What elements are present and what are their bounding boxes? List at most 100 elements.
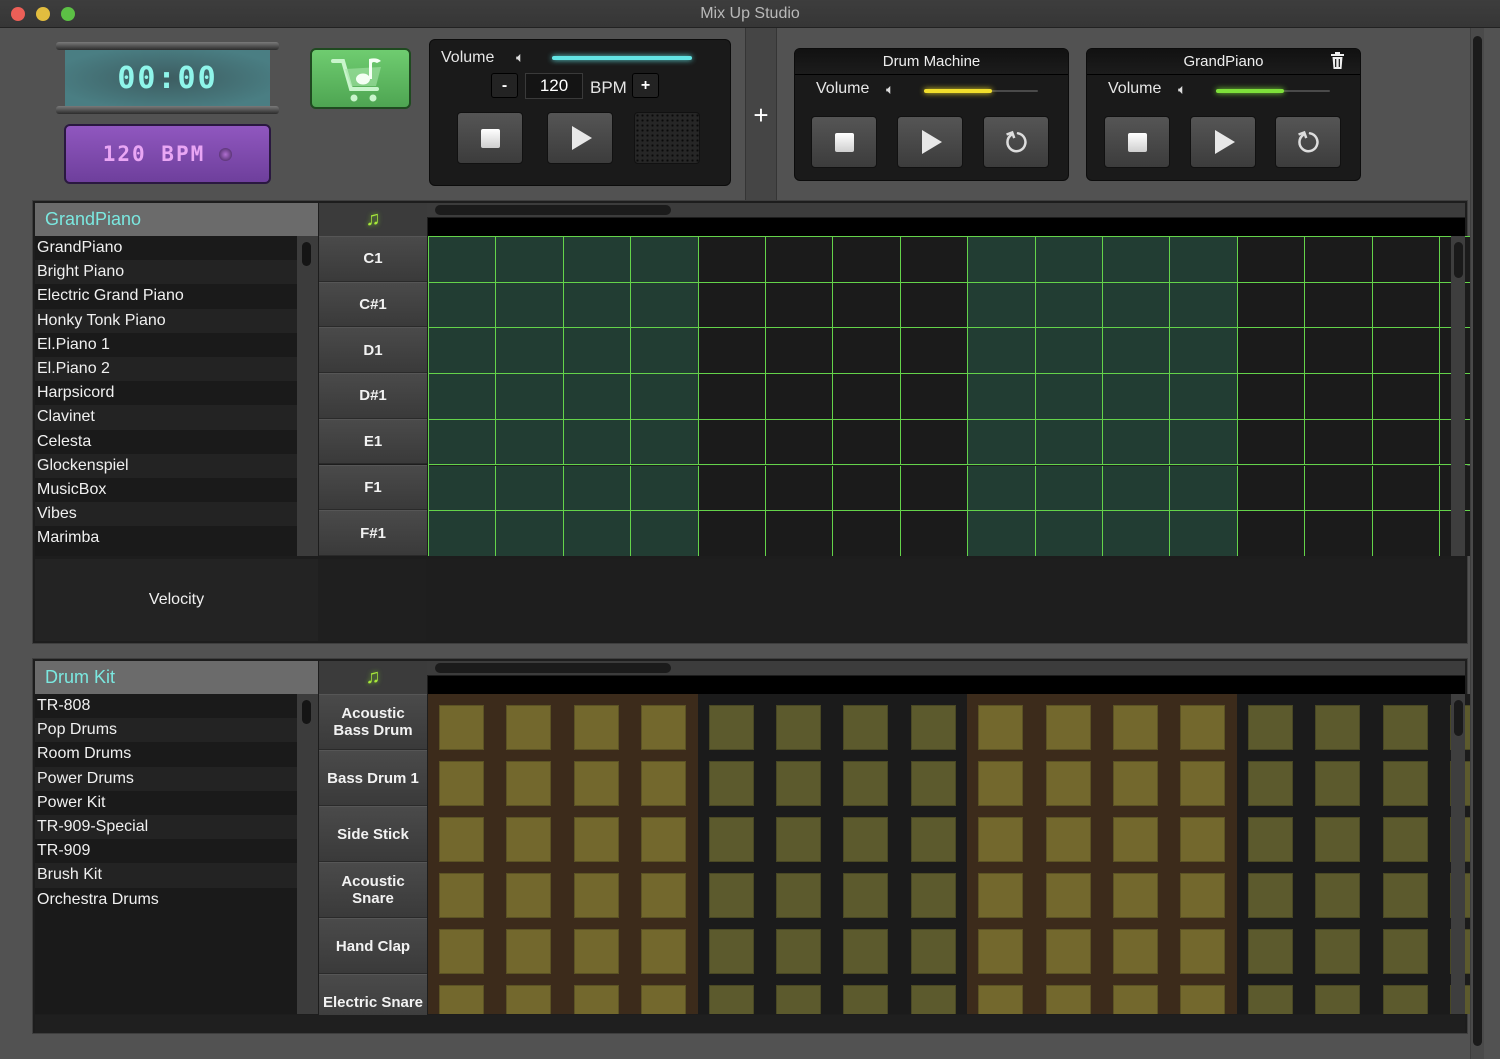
piano-roll-cell[interactable] [563, 374, 632, 420]
drum-pad[interactable] [843, 705, 889, 750]
piano-roll-cell[interactable] [900, 328, 969, 375]
piano-roll-cell[interactable] [698, 328, 766, 375]
piano-roll-cell[interactable] [1170, 419, 1238, 466]
piano-roll-cell[interactable] [968, 237, 1036, 283]
note-label[interactable]: F1 [319, 464, 427, 511]
piano-roll-cell[interactable] [900, 237, 969, 283]
drum-pad[interactable] [573, 705, 619, 750]
drum-pad[interactable] [978, 985, 1024, 1014]
drum-pad[interactable] [506, 873, 552, 918]
drum-pad[interactable] [776, 705, 821, 750]
piano-roll-cell[interactable] [1103, 237, 1171, 283]
drum-kit-list-item[interactable]: Brush Kit [35, 863, 297, 888]
instrument-list-item[interactable]: Clavinet [35, 405, 297, 430]
instrument-list-item[interactable]: El.Piano 1 [35, 333, 297, 357]
drum-pad[interactable] [1113, 817, 1158, 862]
drum-machine-stop-button[interactable] [811, 116, 877, 168]
piano-roll-cell[interactable] [1103, 328, 1171, 375]
piano-roll-cell[interactable] [1170, 282, 1238, 329]
piano-roll-cell[interactable] [1035, 282, 1103, 329]
piano-roll-cell[interactable] [1305, 465, 1373, 512]
grand-piano-play-button[interactable] [1190, 116, 1256, 168]
piano-roll-cell[interactable] [766, 282, 834, 329]
piano-roll-vscrollbar[interactable] [1451, 236, 1465, 556]
grand-piano-loop-button[interactable] [1275, 116, 1341, 168]
drum-pad[interactable] [641, 761, 687, 806]
piano-roll-cell[interactable] [833, 465, 901, 512]
drum-pad[interactable] [573, 817, 619, 862]
piano-roll-cell[interactable] [1170, 374, 1238, 420]
grand-piano-volume-slider[interactable] [1216, 89, 1330, 93]
piano-roll-cell[interactable] [1103, 465, 1171, 512]
main-vscrollbar[interactable] [1470, 28, 1484, 1059]
piano-roll-cell[interactable] [968, 419, 1036, 466]
drum-pad[interactable] [708, 929, 754, 974]
drum-pad[interactable] [843, 817, 889, 862]
piano-roll-cell[interactable] [968, 465, 1036, 512]
piano-roll-cell[interactable] [1237, 328, 1306, 375]
piano-roll-cell[interactable] [631, 237, 699, 283]
drum-pad[interactable] [843, 873, 889, 918]
piano-roll-cell[interactable] [968, 328, 1036, 375]
transport-volume-slider[interactable] [552, 56, 692, 60]
drum-pad[interactable] [1045, 873, 1091, 918]
drum-pad[interactable] [641, 873, 687, 918]
note-label[interactable]: D1 [319, 327, 427, 374]
piano-roll-cell[interactable] [429, 419, 497, 466]
drum-pad[interactable] [506, 929, 552, 974]
scroll-thumb[interactable] [1454, 242, 1463, 278]
piano-roll-cell[interactable] [900, 511, 969, 556]
transport-play-button[interactable] [547, 112, 613, 164]
instrument-list[interactable]: GrandPiano Bright Piano Electric Grand Pia… [35, 236, 297, 556]
drum-pad[interactable] [1315, 873, 1361, 918]
drum-machine-play-button[interactable] [897, 116, 963, 168]
piano-roll-cell[interactable] [631, 328, 699, 375]
piano-roll-cell[interactable] [698, 282, 766, 329]
drum-pad[interactable] [1382, 873, 1428, 918]
drum-pad[interactable] [776, 929, 821, 974]
piano-roll-cell[interactable] [833, 374, 901, 420]
drum-pad[interactable] [776, 985, 821, 1014]
drum-pad[interactable] [910, 873, 956, 918]
drum-pad[interactable] [439, 873, 484, 918]
piano-roll-cell[interactable] [968, 282, 1036, 329]
drum-pad[interactable] [1315, 705, 1361, 750]
drum-grid-hscrollbar[interactable] [427, 661, 1465, 675]
instrument-list-item[interactable]: GrandPiano [35, 236, 297, 260]
drum-pad[interactable] [776, 761, 821, 806]
piano-roll-cell[interactable] [496, 282, 564, 329]
drum-pad[interactable] [1180, 705, 1226, 750]
piano-roll-cell[interactable] [1305, 374, 1373, 420]
piano-roll-cell[interactable] [1372, 328, 1440, 375]
music-store-button[interactable] [310, 48, 411, 109]
drum-kit-list-item[interactable]: Power Kit [35, 791, 297, 815]
note-label[interactable]: E1 [319, 418, 427, 465]
piano-roll-cell[interactable] [968, 374, 1036, 420]
piano-roll-cell[interactable] [698, 237, 766, 283]
drum-pad[interactable] [439, 817, 484, 862]
drum-pad[interactable] [1045, 761, 1091, 806]
piano-roll-cell[interactable] [1170, 465, 1238, 512]
piano-roll-cell[interactable] [1170, 511, 1238, 556]
drum-pad[interactable] [641, 705, 687, 750]
drum-pad[interactable] [1113, 873, 1158, 918]
drum-pad[interactable] [573, 761, 619, 806]
piano-roll-cell[interactable] [1237, 465, 1306, 512]
piano-roll-cell[interactable] [968, 511, 1036, 556]
drum-machine-loop-button[interactable] [983, 116, 1049, 168]
piano-roll-cell[interactable] [1237, 282, 1306, 329]
drum-pad[interactable] [910, 761, 956, 806]
drum-pad[interactable] [978, 929, 1024, 974]
drum-pad[interactable] [1315, 761, 1361, 806]
drum-pad[interactable] [910, 817, 956, 862]
drum-pad[interactable] [1315, 929, 1361, 974]
piano-roll-cell[interactable] [631, 511, 699, 556]
piano-roll-cell[interactable] [833, 328, 901, 375]
instrument-list-item[interactable]: Glockenspiel [35, 453, 297, 478]
piano-roll-cell[interactable] [1237, 511, 1306, 556]
piano-roll-cell[interactable] [1103, 511, 1171, 556]
piano-roll-cell[interactable] [766, 511, 834, 556]
note-label[interactable]: C#1 [319, 281, 427, 328]
drum-pad[interactable] [708, 985, 754, 1014]
drum-kit-list-item[interactable]: Room Drums [35, 742, 297, 766]
